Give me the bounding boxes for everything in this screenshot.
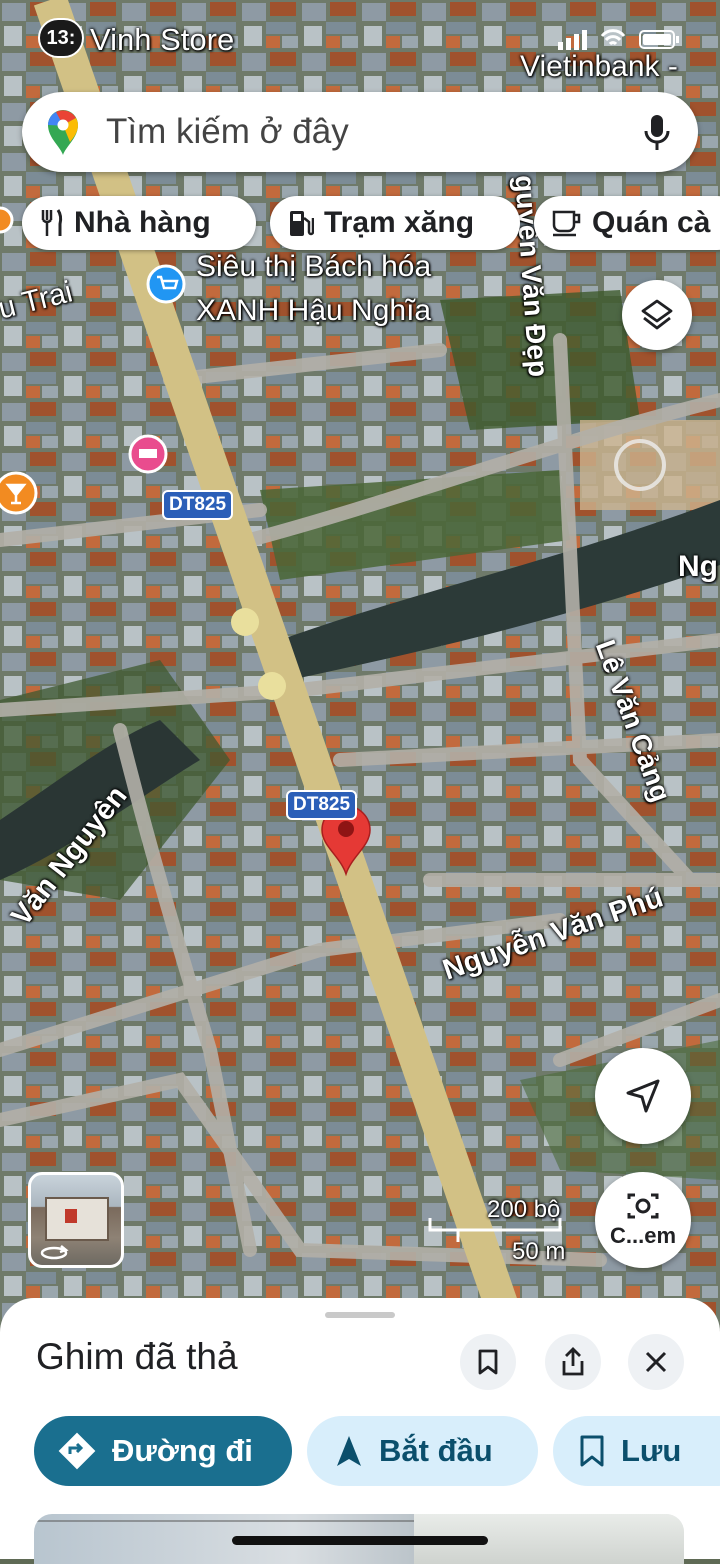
- close-icon: [645, 1351, 667, 1373]
- road-shield-dt825: DT825: [286, 790, 358, 820]
- directions-label: Đường đi: [112, 1433, 253, 1468]
- close-button[interactable]: [628, 1334, 684, 1390]
- camera-search-button[interactable]: C...em: [595, 1172, 691, 1268]
- my-location-button[interactable]: [595, 1048, 691, 1144]
- start-label: Bắt đầu: [379, 1433, 493, 1468]
- sheet-title: Ghim đã thả: [36, 1336, 238, 1377]
- status-icons: [558, 28, 688, 50]
- sheet-drag-handle[interactable]: [325, 1312, 395, 1318]
- save-icon-button[interactable]: [460, 1334, 516, 1390]
- chip-coffee-label: Quán cà: [592, 206, 711, 239]
- navigation-start-icon: [337, 1436, 361, 1466]
- navigation-arrow-icon: [626, 1079, 660, 1113]
- bookmark-icon: [580, 1435, 604, 1467]
- scale-label-feet: 200 bộ: [487, 1196, 561, 1223]
- home-indicator[interactable]: [232, 1536, 488, 1545]
- share-button[interactable]: [545, 1334, 601, 1390]
- poi-label-vinh-store[interactable]: Vinh Store: [90, 22, 234, 58]
- bookmark-icon: [478, 1349, 498, 1375]
- scale-label-meters: 50 m: [512, 1238, 566, 1265]
- street-view-thumbnail[interactable]: [28, 1172, 124, 1268]
- maps-logo-icon: [48, 110, 78, 155]
- search-input[interactable]: Tìm kiếm ở đây: [106, 112, 349, 152]
- poi-label-sieu-thi-line1[interactable]: Siêu thị Bách hóa: [196, 250, 431, 284]
- camera-button-label: C...em: [609, 1223, 677, 1248]
- save-label: Lưu: [621, 1433, 682, 1468]
- street-view-rotate-icon: [40, 1245, 69, 1260]
- restaurant-icon: [41, 209, 63, 236]
- place-bottom-sheet[interactable]: Ghim đã thả Đường đi Bắt đầu Lưu: [0, 1298, 720, 1564]
- gas-station-icon: [290, 211, 314, 236]
- coffee-icon: [552, 210, 581, 237]
- lens-camera-icon: [627, 1193, 659, 1219]
- layers-button[interactable]: [622, 280, 692, 350]
- poi-label-vietinbank[interactable]: Vietinbank -: [520, 50, 678, 84]
- chip-coffee[interactable]: Quán cà: [534, 196, 720, 250]
- poi-label-sieu-thi-line2[interactable]: XANH Hậu Nghĩa: [196, 294, 431, 328]
- chip-gas-station-label: Trạm xăng: [324, 206, 475, 239]
- chip-restaurant-label: Nhà hàng: [74, 206, 211, 239]
- microphone-icon[interactable]: [644, 114, 670, 152]
- directions-button[interactable]: Đường đi: [34, 1416, 292, 1486]
- directions-icon: [58, 1432, 96, 1470]
- layers-icon: [641, 299, 673, 330]
- share-icon: [562, 1347, 584, 1376]
- start-button[interactable]: Bắt đầu: [307, 1416, 538, 1486]
- search-bar[interactable]: Tìm kiếm ở đây: [22, 92, 698, 172]
- road-shield-dt825: DT825: [162, 490, 234, 520]
- status-time: 13:: [38, 18, 84, 58]
- chip-restaurant[interactable]: Nhà hàng: [22, 196, 256, 250]
- save-button[interactable]: Lưu: [553, 1416, 720, 1486]
- chip-gas-station[interactable]: Trạm xăng: [270, 196, 520, 250]
- street-label-ng: Ng: [678, 550, 718, 583]
